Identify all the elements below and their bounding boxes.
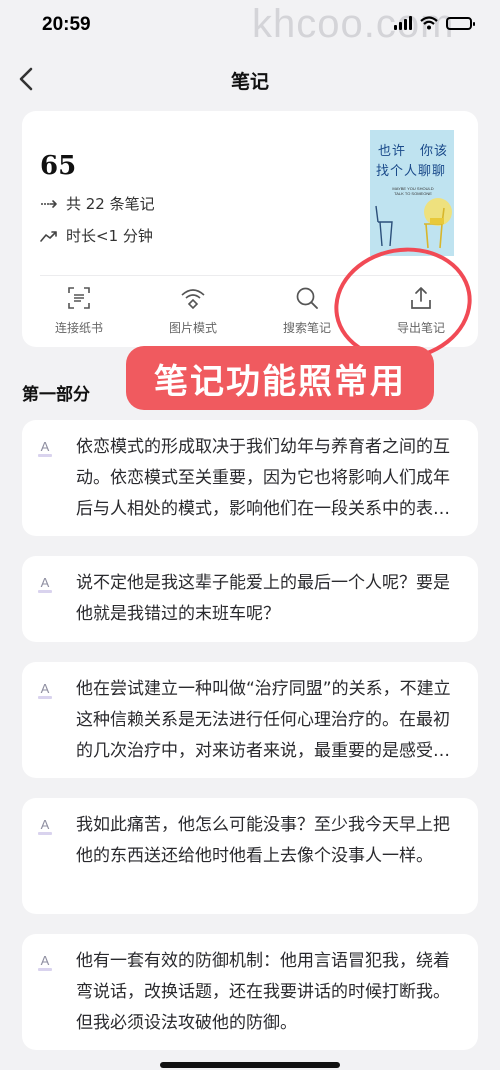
nav-bar: 笔记: [0, 55, 500, 103]
wifi-icon: [420, 16, 438, 30]
annotation-banner-text: 笔记功能照常用: [154, 361, 406, 402]
section-title: 第一部分: [22, 385, 90, 405]
book-cover[interactable]: 也许 你该 找个人聊聊 MAYBE YOU SHOULD TALK TO SOM…: [370, 130, 454, 256]
cover-chairs-illustration: [375, 198, 452, 249]
note-count: 65: [40, 151, 77, 181]
note-text: 他有一套有效的防御机制：他用言语冒犯我，绕着弯说话，改换话题，还在我要讲话的时候…: [76, 951, 450, 1033]
note-card[interactable]: A 说不定他是我这辈子能爱上的最后一个人呢？要是他就是我错过的末班车呢？: [22, 556, 478, 642]
battery-icon: [446, 16, 475, 30]
search-notes-label: 搜索笔记: [282, 321, 331, 335]
note-text: 我如此痛苦，他怎么可能没事？至少我今天早上把他的东西送还给他时他看上去像个没事人…: [76, 815, 450, 866]
signal-icon: [394, 16, 412, 30]
duration-text: 时长<1 分钟: [66, 227, 153, 245]
note-card[interactable]: A 依恋模式的形成取决于我们幼年与养育者之间的互动。依恋模式至关重要，因为它也将…: [22, 420, 478, 536]
trend-icon: [40, 230, 57, 242]
connect-book-button[interactable]: 连接纸书: [22, 285, 136, 341]
highlight-icon: A: [38, 576, 54, 594]
highlight-icon: A: [38, 818, 54, 836]
total-notes-text: 共 22 条笔记: [66, 195, 155, 213]
arrow-dots-icon: [41, 199, 57, 208]
image-mode-button[interactable]: 图片模式: [136, 285, 250, 341]
home-indicator: [160, 1062, 340, 1068]
highlight-icon: A: [38, 954, 54, 972]
note-card[interactable]: A 他有一套有效的防御机制：他用言语冒犯我，绕着弯说话，改换话题，还在我要讲话的…: [22, 934, 478, 1050]
note-text: 他在尝试建立一种叫做“治疗同盟”的关系，不建立这种信赖关系是无法进行任何心理治疗…: [76, 679, 451, 761]
connect-book-label: 连接纸书: [54, 321, 103, 335]
search-icon: [296, 287, 318, 309]
image-mode-icon: [181, 289, 205, 310]
image-mode-label: 图片模式: [168, 321, 217, 335]
note-text: 说不定他是我这辈子能爱上的最后一个人呢？要是他就是我错过的末班车呢？: [76, 573, 450, 624]
note-card[interactable]: A 他在尝试建立一种叫做“治疗同盟”的关系，不建立这种信赖关系是无法进行任何心理…: [22, 662, 478, 778]
total-notes-row: 共 22 条笔记: [40, 193, 155, 214]
note-card[interactable]: A 我如此痛苦，他怎么可能没事？至少我今天早上把他的东西送还给他时他看上去像个没…: [22, 798, 478, 914]
page-title: 笔记: [230, 71, 269, 93]
duration-row: 时长<1 分钟: [40, 225, 153, 246]
status-time: 20:59: [42, 14, 91, 35]
note-text: 依恋模式的形成取决于我们幼年与养育者之间的互动。依恋模式至关重要，因为它也将影响…: [76, 437, 450, 519]
highlight-icon: A: [38, 440, 54, 458]
annotation-banner: 笔记功能照常用: [126, 346, 434, 410]
scan-icon: [68, 287, 90, 309]
status-bar: 20:59 khcoo.com: [0, 0, 500, 50]
highlight-icon: A: [38, 682, 54, 700]
status-icons: [394, 16, 475, 30]
